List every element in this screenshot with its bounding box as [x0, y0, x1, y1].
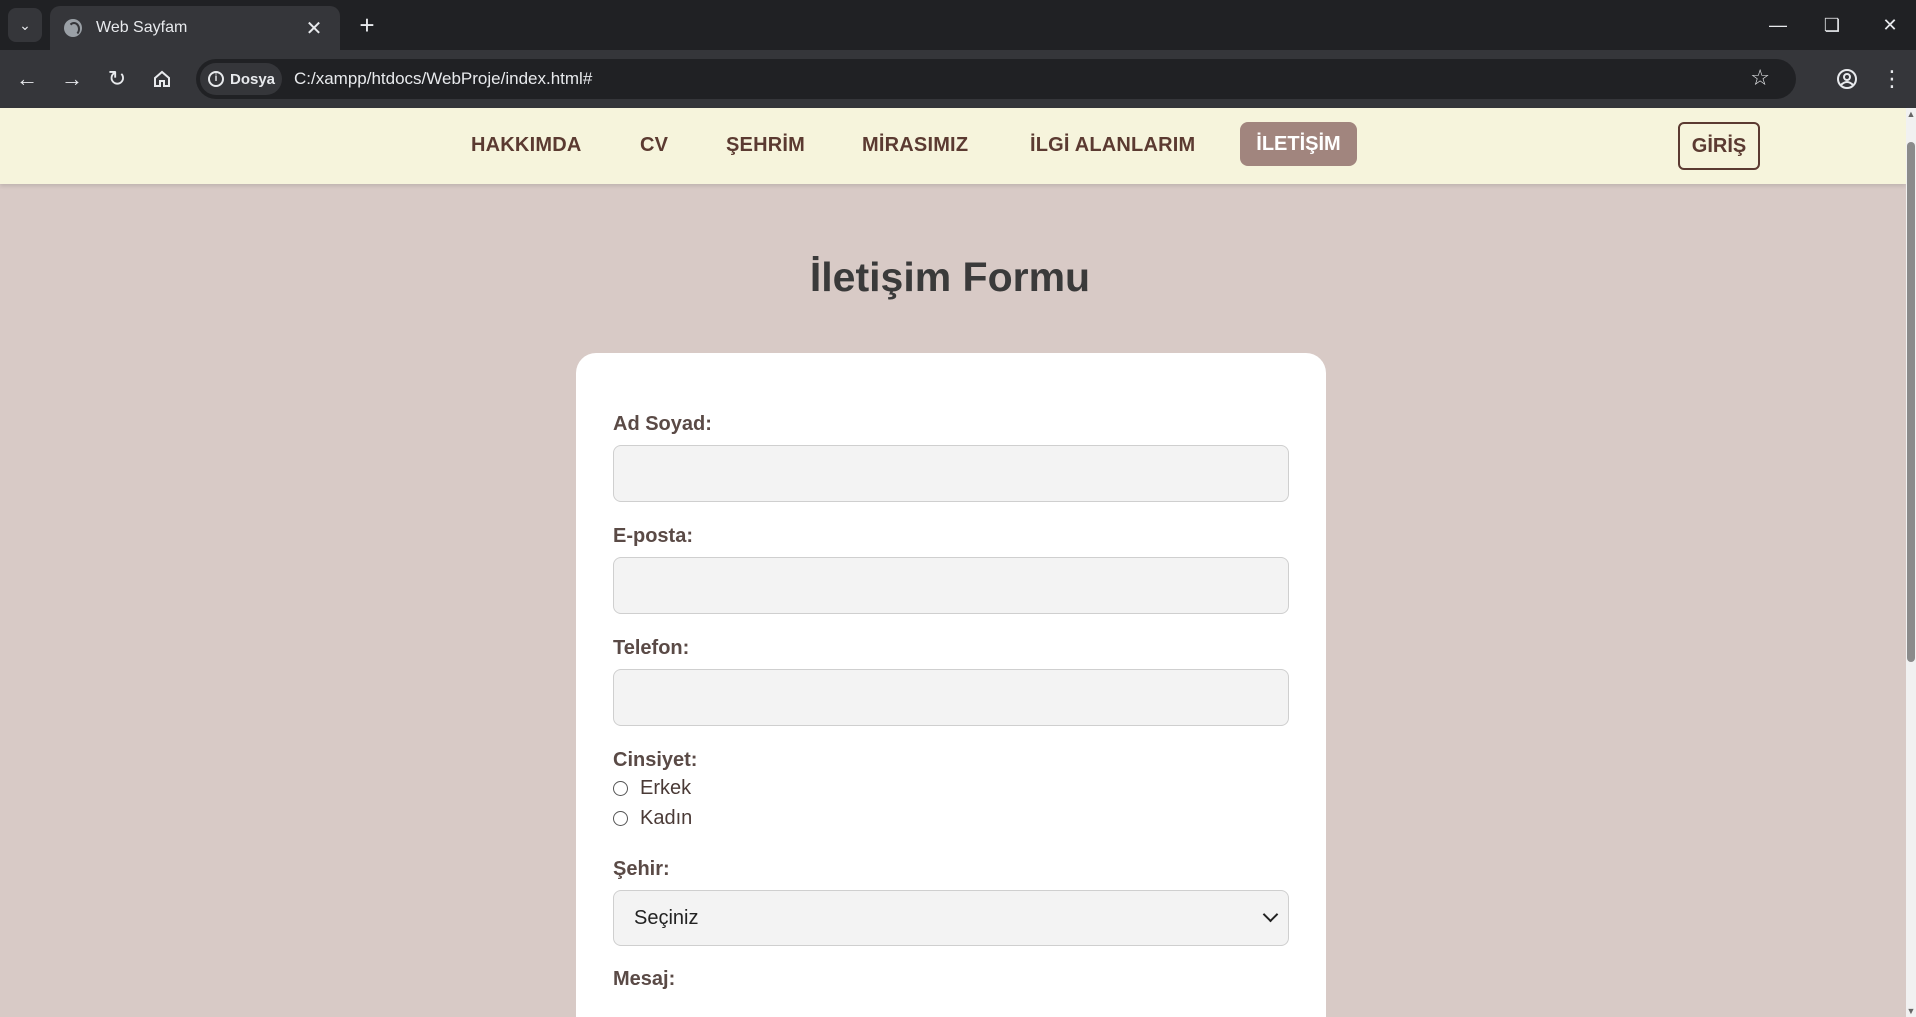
back-button[interactable]: ← [10, 62, 44, 96]
radio-erkek[interactable] [613, 781, 628, 796]
profile-icon [1837, 69, 1857, 89]
chevron-down-icon: ⌄ [19, 16, 31, 33]
gender-label: Cinsiyet: [613, 749, 698, 771]
nav-item-hakkimda[interactable]: HAKKIMDA [471, 134, 581, 157]
close-icon[interactable]: ✕ [302, 16, 326, 41]
minimize-button[interactable]: — [1756, 8, 1800, 42]
contact-form-card: Ad Soyad: E-posta: Telefon: Cinsiyet: Er… [576, 353, 1326, 1017]
profile-button[interactable] [1830, 62, 1864, 96]
scroll-down-arrow-icon[interactable]: ▼ [1906, 1005, 1916, 1017]
login-button[interactable]: GİRİŞ [1678, 122, 1760, 170]
new-tab-button[interactable]: + [352, 10, 382, 40]
page-title: İletişim Formu [809, 254, 1091, 300]
browser-titlebar: ⌄ Web Sayfam ✕ + — ❏ ✕ [0, 0, 1916, 50]
browser-menu-button[interactable]: ⋮ [1875, 62, 1909, 96]
site-navbar: HAKKIMDA CV ŞEHRİM MİRASIMIZ İLGİ ALANLA… [0, 108, 1906, 184]
address-bar[interactable]: i Dosya C:/xampp/htdocs/WebProje/index.h… [196, 59, 1796, 99]
phone-label: Telefon: [613, 637, 690, 659]
gender-option-erkek[interactable]: Erkek [613, 777, 691, 800]
nav-item-sehrim[interactable]: ŞEHRİM [726, 134, 805, 157]
tab-search-button[interactable]: ⌄ [8, 8, 42, 42]
bookmark-star-icon[interactable]: ☆ [1750, 65, 1770, 91]
city-select-value: Seçiniz [634, 906, 699, 929]
radio-kadin[interactable] [613, 811, 628, 826]
gender-option-kadin[interactable]: Kadın [613, 807, 692, 830]
url-text[interactable]: C:/xampp/htdocs/WebProje/index.html# [294, 69, 592, 89]
forward-button[interactable]: → [55, 62, 89, 96]
scroll-up-arrow-icon[interactable]: ▲ [1906, 108, 1916, 120]
nav-item-iletisim-active[interactable]: İLETİŞİM [1240, 122, 1357, 166]
chevron-down-icon [1262, 906, 1279, 923]
radio-kadin-label: Kadın [640, 807, 693, 829]
more-vert-icon: ⋮ [1881, 66, 1903, 91]
scrollbar-thumb[interactable] [1907, 142, 1915, 662]
browser-tab[interactable]: Web Sayfam ✕ [50, 6, 340, 50]
info-icon: i [208, 71, 224, 87]
home-icon [154, 70, 170, 87]
email-input[interactable] [613, 557, 1289, 614]
browser-toolbar: ← → ↻ i Dosya C:/xampp/htdocs/WebProje/i… [0, 50, 1916, 108]
home-button[interactable] [145, 62, 179, 96]
reload-button[interactable]: ↻ [100, 62, 134, 96]
nav-item-mirasimiz[interactable]: MİRASIMIZ [862, 134, 968, 157]
globe-icon [64, 19, 82, 37]
name-input[interactable] [613, 445, 1289, 502]
reload-icon: ↻ [107, 66, 127, 91]
site-info-chip[interactable]: i Dosya [200, 63, 282, 95]
site-chip-label: Dosya [230, 70, 276, 88]
nav-item-cv[interactable]: CV [640, 134, 668, 157]
arrow-right-icon: → [61, 66, 83, 91]
page-scrollbar[interactable]: ▲ ▼ [1906, 108, 1916, 1017]
tab-title: Web Sayfam [96, 19, 188, 36]
message-label: Mesaj: [613, 968, 676, 990]
arrow-left-icon: ← [16, 66, 38, 91]
nav-item-ilgi-alanlarim[interactable]: İLGİ ALANLARIM [1030, 134, 1195, 157]
city-select[interactable]: Seçiniz [613, 890, 1289, 946]
city-label: Şehir: [613, 858, 670, 880]
name-label: Ad Soyad: [613, 413, 712, 435]
window-close-button[interactable]: ✕ [1868, 8, 1912, 42]
email-label: E-posta: [613, 525, 693, 547]
phone-input[interactable] [613, 669, 1289, 726]
radio-erkek-label: Erkek [640, 777, 692, 799]
restore-button[interactable]: ❏ [1810, 8, 1854, 42]
